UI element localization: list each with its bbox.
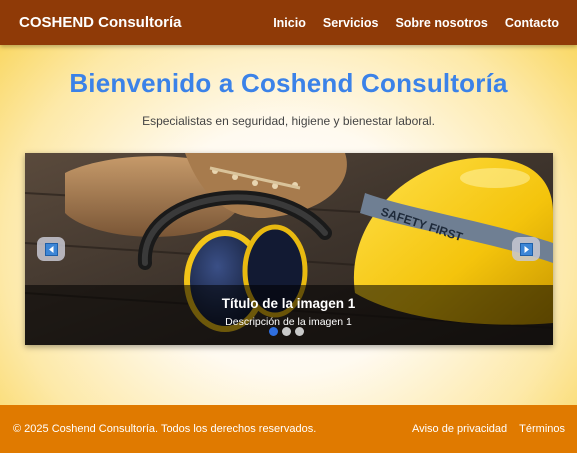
chevron-right-icon bbox=[519, 242, 533, 256]
chevron-left-icon bbox=[44, 242, 58, 256]
carousel-indicators bbox=[269, 327, 304, 336]
main-nav: Inicio Servicios Sobre nosotros Contacto bbox=[273, 16, 559, 30]
carousel-caption-backdrop bbox=[25, 285, 553, 345]
footer-copyright: © 2025 Coshend Consultoría. Todos los de… bbox=[13, 423, 317, 435]
footer-link-privacy[interactable]: Aviso de privacidad bbox=[412, 423, 507, 435]
carousel-caption-title: Título de la imagen 1 bbox=[221, 296, 356, 311]
carousel-indicator-2[interactable] bbox=[282, 327, 291, 336]
hero-title: Bienvenido a Coshend Consultoría bbox=[69, 68, 508, 98]
footer-link-terms[interactable]: Términos bbox=[519, 423, 565, 435]
brand-logo-text[interactable]: COSHEND Consultoría bbox=[19, 14, 182, 31]
carousel-next-button[interactable] bbox=[512, 237, 540, 261]
navbar: COSHEND Consultoría Inicio Servicios Sob… bbox=[0, 0, 577, 45]
footer-links: Aviso de privacidad Términos bbox=[412, 423, 565, 435]
footer: © 2025 Coshend Consultoría. Todos los de… bbox=[0, 405, 577, 453]
carousel-prev-button[interactable] bbox=[37, 237, 65, 261]
nav-link-sobre-nosotros[interactable]: Sobre nosotros bbox=[395, 16, 487, 30]
hero-subtitle: Especialistas en seguridad, higiene y bi… bbox=[142, 114, 435, 128]
nav-link-contacto[interactable]: Contacto bbox=[505, 16, 559, 30]
nav-link-servicios[interactable]: Servicios bbox=[323, 16, 379, 30]
nav-link-inicio[interactable]: Inicio bbox=[273, 16, 306, 30]
carousel-indicator-3[interactable] bbox=[295, 327, 304, 336]
carousel-indicator-1[interactable] bbox=[269, 327, 278, 336]
